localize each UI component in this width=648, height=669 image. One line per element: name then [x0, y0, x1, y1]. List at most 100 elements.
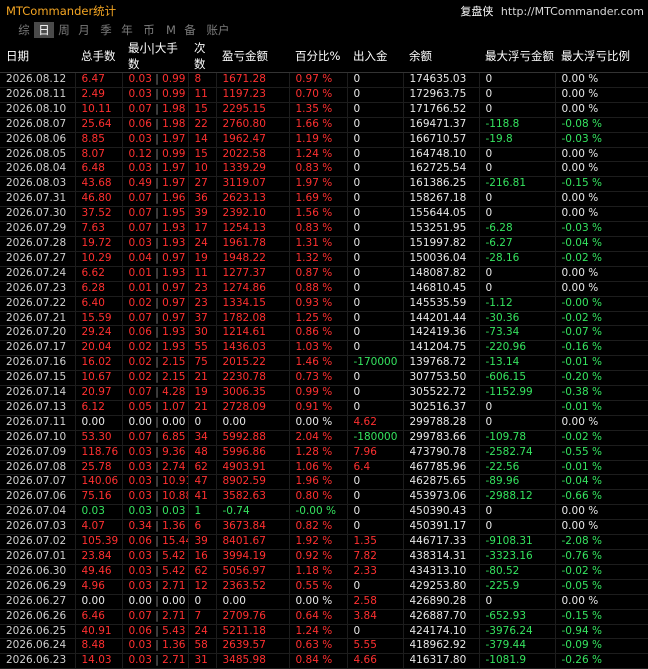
- table-row[interactable]: 2026.07.23 6.28 0.01 | 0.97 23 1274.86 0.88 %…: [0, 281, 648, 297]
- cell-value: 0.03: [128, 639, 152, 652]
- cell-value: 1.24 %: [295, 147, 333, 160]
- table-row[interactable]: 2026.07.15 10.67 0.02 | 2.15 21 2230.78 0.73 …: [0, 370, 648, 387]
- table-row[interactable]: 2026.08.11 2.49 0.03 | 0.99 11 1197.23 0.70 %…: [0, 87, 648, 103]
- header-link[interactable]: http://MTCommander.com: [501, 5, 644, 18]
- tab-9[interactable]: 账户: [204, 22, 232, 38]
- table-row[interactable]: 2026.07.14 20.97 0.07 | 4.28 19 3006.35 0.99 …: [0, 385, 648, 401]
- column-header[interactable]: 百分比%: [289, 40, 347, 73]
- tab-3[interactable]: 月: [74, 22, 94, 38]
- cell-value: 0: [485, 192, 493, 205]
- tab-0[interactable]: 综: [14, 22, 34, 38]
- cell-value: 48: [194, 445, 208, 458]
- table-row[interactable]: 2026.08.03 43.68 0.49 | 1.97 27 3119.07 1.97 …: [0, 176, 648, 193]
- table-row[interactable]: 2026.07.08 25.78 0.03 | 2.74 62 4903.91 1.06 …: [0, 460, 648, 476]
- cell-balance: 302516.37: [403, 400, 480, 416]
- column-header[interactable]: 出入金: [347, 40, 403, 73]
- column-header[interactable]: 日期: [0, 40, 75, 73]
- cell-value: -2582.74: [485, 445, 533, 458]
- table-row[interactable]: 2026.08.10 10.11 0.07 | 1.98 15 2295.15 1.35 …: [0, 102, 648, 118]
- divider: |: [151, 445, 163, 458]
- table-row[interactable]: 2026.06.26 6.46 0.07 | 2.71 7 2709.76 0.64 % 3…: [0, 609, 648, 625]
- table-row[interactable]: 2026.07.24 6.62 0.01 | 1.93 11 1277.37 0.87 %…: [0, 266, 648, 282]
- table-row[interactable]: 2026.06.30 49.46 0.03 | 5.42 62 5056.97 1.18 …: [0, 564, 648, 580]
- table-row[interactable]: 2026.08.06 8.85 0.03 | 1.97 14 1962.47 1.19 %…: [0, 132, 648, 148]
- cell-float-pct: 0.00 %: [555, 147, 648, 163]
- tab-6[interactable]: 币: [139, 22, 159, 38]
- table-row[interactable]: 2026.07.03 4.07 0.34 | 1.36 6 3673.84 0.82 % 0…: [0, 519, 648, 536]
- cell-pct: 1.24 %: [289, 624, 348, 640]
- table-row[interactable]: 2026.08.12 6.47 0.03 | 0.99 8 1671.28 0.97 % 0…: [0, 72, 648, 88]
- cell-min-max: 0.02 | 0.97: [122, 296, 189, 312]
- cell-value: 0: [353, 251, 361, 264]
- tab-8[interactable]: 备: [180, 22, 200, 38]
- cell-value: 0.99: [162, 87, 186, 100]
- cell-value: 150036.04: [409, 251, 467, 264]
- cell-count: 34: [188, 430, 217, 446]
- table-row[interactable]: 2026.06.25 40.91 0.06 | 5.43 24 5211.18 1.24 …: [0, 624, 648, 640]
- table-row[interactable]: 2026.08.04 6.48 0.03 | 1.97 10 1339.29 0.83 %…: [0, 161, 648, 178]
- cell-value: 16: [194, 550, 208, 562]
- table-row[interactable]: 2026.07.09 118.76 0.03 | 9.36 48 5996.86 1.28…: [0, 445, 648, 461]
- cell-min-max: 0.07 | 1.98: [122, 102, 189, 118]
- cell-value: 1254.13: [222, 222, 266, 235]
- cell-value: 0.97: [162, 281, 186, 294]
- column-header[interactable]: 次数: [188, 40, 216, 73]
- cell-value: 0.03: [128, 236, 152, 249]
- table-row[interactable]: 2026.08.05 8.07 0.12 | 0.99 15 2022.58 1.24 %…: [0, 147, 648, 163]
- table-row[interactable]: 2026.07.20 29.24 0.06 | 1.93 30 1214.61 0.86 …: [0, 325, 648, 342]
- column-header[interactable]: 最大浮亏金额: [479, 40, 555, 73]
- cell-pnl: 1334.15: [216, 296, 290, 312]
- table-row[interactable]: 2026.07.22 6.40 0.02 | 0.97 23 1334.15 0.93 %…: [0, 296, 648, 312]
- table-row[interactable]: 2026.06.24 8.48 0.03 | 1.36 58 2639.57 0.63 %…: [0, 638, 648, 655]
- table-row[interactable]: 2026.07.21 15.59 0.07 | 0.97 37 1782.08 1.25 …: [0, 311, 648, 327]
- table-row[interactable]: 2026.08.07 25.64 0.06 | 1.98 22 2760.80 1.66 …: [0, 117, 648, 133]
- cell-balance: 141204.75: [403, 340, 480, 357]
- cell-value: -0.03 %: [561, 222, 602, 235]
- cell-value: 2026.07.28: [6, 236, 67, 249]
- tab-2[interactable]: 周: [54, 22, 74, 38]
- table-row[interactable]: 2026.07.28 19.72 0.03 | 1.93 24 1961.78 1.31 …: [0, 236, 648, 252]
- cell-value: 438314.31: [409, 550, 467, 562]
- cell-value: 53.30: [81, 430, 112, 443]
- column-header[interactable]: 盈亏金额: [216, 40, 289, 73]
- cell-pct: 1.97 %: [289, 176, 348, 193]
- column-header[interactable]: 总手数: [75, 40, 122, 73]
- table-row[interactable]: 2026.07.30 37.52 0.07 | 1.95 39 2392.10 1.56 …: [0, 206, 648, 223]
- table-row[interactable]: 2026.06.27 0.00 0.00 | 0.00 0 0.00 0.00 % 2.58…: [0, 594, 648, 610]
- cell-value: 6.46: [81, 609, 105, 622]
- table-row[interactable]: 2026.07.16 16.02 0.02 | 2.15 75 2015.22 1.46 …: [0, 355, 648, 372]
- table-row[interactable]: 2026.06.29 4.96 0.03 | 2.71 12 2363.52 0.55 %…: [0, 579, 648, 595]
- cell-lots: 14.03: [75, 653, 123, 669]
- cell-lots: 20.04: [75, 340, 123, 357]
- tab-4[interactable]: 季: [96, 22, 116, 38]
- table-row[interactable]: 2026.06.23 14.03 0.03 | 2.71 31 3485.98 0.84 …: [0, 653, 648, 669]
- table-row[interactable]: 2026.07.13 6.12 0.05 | 1.07 21 2728.09 0.91 %…: [0, 400, 648, 416]
- table-row[interactable]: 2026.07.17 20.04 0.02 | 1.93 55 1436.03 1.03 …: [0, 340, 648, 357]
- cell-balance: 144201.44: [403, 311, 480, 327]
- cell-balance: 171766.52: [403, 102, 480, 118]
- column-header[interactable]: 最大浮亏比例: [555, 40, 648, 73]
- table-row[interactable]: 2026.07.10 53.30 0.07 | 6.85 34 5992.88 2.04 …: [0, 430, 648, 446]
- table-row[interactable]: 2026.07.06 75.16 0.03 | 10.88 41 3582.63 0.80…: [0, 489, 648, 506]
- column-header[interactable]: 最小|大手数: [122, 40, 188, 73]
- tab-7[interactable]: M: [161, 22, 181, 38]
- table-row[interactable]: 2026.07.11 0.00 0.00 | 0.00 0 0.00 0.00 % 4.62…: [0, 415, 648, 431]
- table-row[interactable]: 2026.07.27 10.29 0.04 | 0.97 19 1948.22 1.32 …: [0, 251, 648, 267]
- table-row[interactable]: 2026.07.29 7.63 0.07 | 1.93 17 1254.13 0.83 %…: [0, 221, 648, 237]
- cell-value: 4.62: [353, 415, 377, 428]
- cell-float-amount: -9108.31: [479, 534, 556, 550]
- table-row[interactable]: 2026.07.31 46.80 0.07 | 1.96 36 2623.13 1.69 …: [0, 191, 648, 208]
- cell-count: 23: [188, 296, 217, 312]
- cell-value: 4.66: [353, 654, 377, 667]
- tab-1[interactable]: 日: [34, 22, 54, 38]
- cell-count: 16: [188, 549, 217, 565]
- column-header[interactable]: 余额: [403, 40, 479, 73]
- tab-5[interactable]: 年: [117, 22, 137, 38]
- cell-lots: 46.80: [75, 191, 123, 208]
- table-row[interactable]: 2026.07.07140.060.03 | 10.91478902.591.9…: [0, 474, 648, 491]
- table-row[interactable]: 2026.07.02105.390.06 | 15.44398401.671.9…: [0, 534, 648, 550]
- cell-lots: 7.63: [75, 221, 123, 237]
- cell-count: 19: [188, 385, 217, 401]
- table-row[interactable]: 2026.07.01 23.84 0.03 | 5.42 16 3994.19 0.92 …: [0, 549, 648, 565]
- table-row[interactable]: 2026.07.04 0.03 0.03 | 0.03 1 -0.74 -0.00 % 0 4…: [0, 504, 648, 521]
